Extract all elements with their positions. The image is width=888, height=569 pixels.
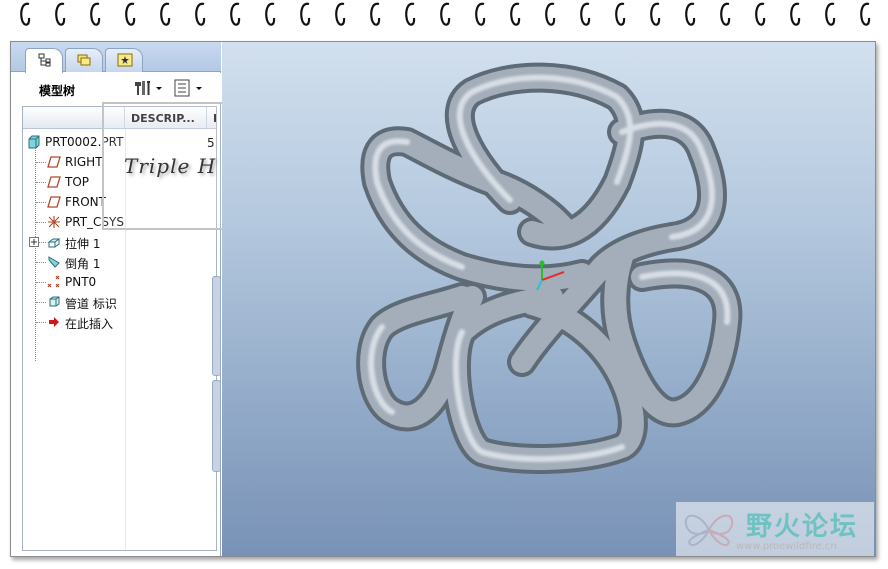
spiral-ring-icon [263, 0, 279, 30]
tree-item-insert-here[interactable]: 在此插入 [23, 312, 125, 332]
spiral-ring-icon [578, 0, 594, 30]
favorites-icon [117, 53, 133, 67]
tree-item-chamfer[interactable]: 倒角 1 [23, 252, 125, 272]
tab-folder-browser[interactable] [65, 48, 103, 72]
show-button[interactable] [173, 78, 207, 98]
graphics-viewport[interactable] [222, 42, 875, 556]
datum-plane-icon [47, 196, 61, 208]
tree-item-label: 拉伸 1 [65, 237, 101, 251]
tree-item-extrude[interactable]: 拉伸 1 [23, 232, 125, 252]
spiral-ring-icon [508, 0, 524, 30]
spiral-ring-icon [18, 0, 34, 30]
spiral-ring-icon [53, 0, 69, 30]
spiral-ring-icon [788, 0, 804, 30]
datum-plane-icon [47, 156, 61, 168]
folder-browser-icon [77, 54, 91, 66]
spiral-ring-icon [333, 0, 349, 30]
datum-plane-icon [47, 176, 61, 188]
model-tree-title: 模型树 [39, 84, 76, 98]
insert-here-icon [49, 317, 59, 327]
panel-splitter-handle-lower[interactable] [212, 380, 221, 472]
show-dropdown-icon [174, 79, 202, 97]
signature-box: Triple H [102, 102, 230, 230]
spiral-ring-icon [193, 0, 209, 30]
watermark-url: www.proewildfire.cn [736, 541, 837, 552]
butterfly-logo-icon [684, 514, 734, 546]
spiral-ring-icon [228, 0, 244, 30]
spiral-ring-icon [858, 0, 874, 30]
tree-item-label: RIGHT [65, 155, 103, 169]
expand-icon[interactable] [29, 237, 39, 247]
spiral-ring-icon [683, 0, 699, 30]
tree-item-label: 管道 标识 [65, 297, 117, 311]
navigator-tabs [11, 42, 221, 73]
tree-item-label: 在此插入 [65, 317, 114, 331]
tree-item-point[interactable]: PNT0 [23, 272, 125, 292]
spiral-ring-icon [648, 0, 664, 30]
model-tree-icon [38, 53, 51, 67]
part-icon [28, 135, 40, 149]
spiral-ring-icon [403, 0, 419, 30]
tree-item-pipe[interactable]: 管道 标识 [23, 292, 125, 312]
tree-item-label: 倒角 1 [65, 257, 101, 271]
spiral-ring-icon [543, 0, 559, 30]
settings-button[interactable] [131, 78, 165, 98]
tree-item-label: FRONT [65, 195, 106, 209]
spiral-ring-icon [753, 0, 769, 30]
signature-text: Triple H [124, 154, 217, 178]
panel-splitter-handle[interactable] [212, 276, 221, 376]
spiral-ring-icon [718, 0, 734, 30]
forum-watermark-logo: 野火论坛 www.proewildfire.cn [676, 502, 874, 556]
extrude-icon [47, 238, 61, 248]
spiral-ring-icon [88, 0, 104, 30]
spiral-ring-icon [613, 0, 629, 30]
spiral-ring-icon [823, 0, 839, 30]
spiral-ring-icon [438, 0, 454, 30]
navigator-panel: 模型树 DESCRIP... F [11, 42, 230, 556]
tree-item-label: PNT0 [65, 275, 97, 289]
spiral-ring-icon [158, 0, 174, 30]
tree-item-label: TOP [65, 175, 90, 189]
tab-favorites[interactable] [105, 48, 143, 72]
knot-model[interactable] [222, 42, 875, 556]
chamfer-icon [48, 256, 60, 268]
watermark-title: 野火论坛 [746, 512, 859, 542]
spiral-ring-icon [123, 0, 139, 30]
spiral-ring-icon [368, 0, 384, 30]
datum-point-icon [47, 275, 60, 288]
navigator-toolbar: 模型树 [11, 73, 221, 103]
tools-dropdown-icon [135, 81, 162, 95]
spiral-ring-icon [473, 0, 489, 30]
coordinate-system-icon [48, 216, 60, 228]
spiral-ring-icon [298, 0, 314, 30]
pipe-icon [49, 296, 60, 307]
tab-model-tree[interactable] [25, 48, 63, 73]
